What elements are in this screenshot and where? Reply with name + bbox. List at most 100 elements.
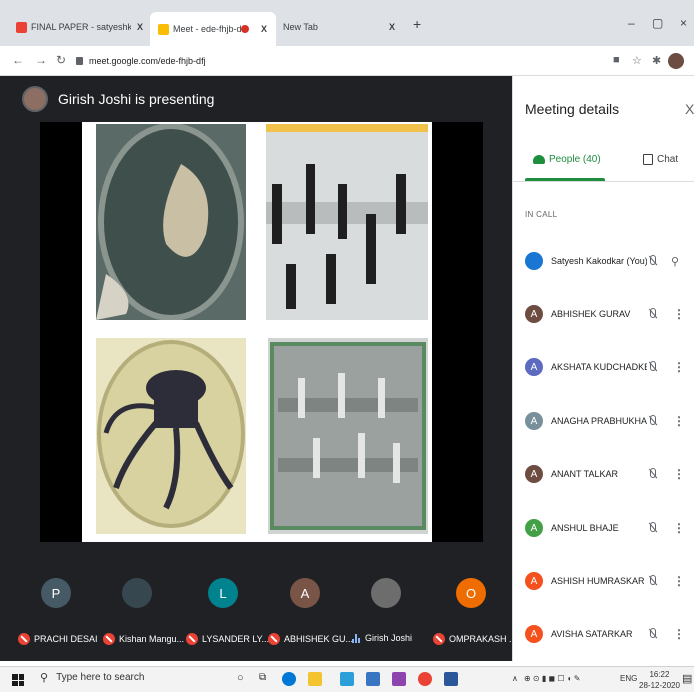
recording-icon (241, 25, 249, 33)
participant-tile-kishan[interactable] (122, 578, 152, 608)
participant-tile-lysander[interactable]: L (208, 578, 238, 608)
participant-row[interactable]: A ANAGHA PRABHUKHA... ⋮ (513, 406, 694, 436)
participant-label-girish: Girish Joshi (352, 633, 412, 643)
tab-people-label: People (40) (549, 154, 601, 165)
close-icon[interactable]: X (389, 22, 395, 32)
participant-row[interactable]: A ANANT TALKAR ⋮ (513, 459, 694, 489)
participant-name: ABHISHEK GU... (284, 634, 354, 644)
section-label: IN CALL (525, 210, 558, 219)
forward-icon[interactable]: → (35, 53, 47, 67)
url-text: meet.google.com/ede-fhjb-dfj (89, 56, 206, 66)
clock-time: 16:22 (649, 670, 670, 679)
task-view-icon[interactable]: ⧉ (259, 672, 266, 683)
presenting-title: Girish Joshi is presenting (58, 91, 215, 107)
tray-overflow-icon[interactable]: ∧ (512, 674, 518, 683)
word-icon[interactable] (444, 672, 458, 686)
close-icon[interactable]: X (137, 22, 143, 32)
avatar: A (525, 358, 543, 376)
clock[interactable]: 16:22 28-12-2020 (639, 669, 680, 691)
more-options-icon[interactable]: ⋮ (673, 627, 685, 641)
mic-off-icon (647, 361, 657, 373)
star-icon[interactable]: ☆ (632, 54, 642, 67)
chrome-icon[interactable] (418, 672, 432, 686)
more-options-icon[interactable]: ⋮ (673, 414, 685, 428)
participant-label-lysander: LYSANDER LY... (186, 633, 269, 645)
reload-icon[interactable]: ↻ (56, 53, 66, 67)
participant-row[interactable]: Satyesh Kakodkar (You) ⚲ (513, 246, 694, 276)
clock-date: 28-12-2020 (639, 681, 680, 690)
edge-icon[interactable] (282, 672, 296, 686)
avatar: A (525, 625, 543, 643)
search-placeholder: Type here to search (56, 672, 145, 683)
avatar (525, 252, 543, 270)
gmail-icon (16, 21, 27, 33)
tab-title: FINAL PAPER - satyeshk@gmail.c (31, 22, 131, 32)
participant-name: ANAGHA PRABHUKHA... (551, 416, 647, 426)
address-bar[interactable]: meet.google.com/ede-fhjb-dfj (74, 51, 594, 71)
avatar: A (525, 519, 543, 537)
more-options-icon[interactable]: ⋮ (673, 360, 685, 374)
participant-row[interactable]: A ANSHUL BHAJE ⋮ (513, 513, 694, 543)
onenote-icon[interactable] (392, 672, 406, 686)
profile-avatar[interactable] (668, 53, 684, 69)
tab-chat[interactable]: Chat (643, 154, 678, 165)
tab-chat-label: Chat (657, 154, 679, 165)
people-icon (533, 155, 545, 164)
mixer-photo-4 (268, 338, 428, 534)
taskbar-search[interactable]: ⚲ Type here to search (40, 671, 144, 684)
presenting-banner: Girish Joshi is presenting (0, 76, 512, 122)
avatar: A (525, 465, 543, 483)
participant-tile-abhishek[interactable]: A (290, 578, 320, 608)
mixer-photo-3 (96, 338, 246, 534)
maximize-button[interactable]: ▢ (652, 16, 663, 30)
notifications-icon[interactable]: ▤ (682, 672, 692, 685)
mic-off-icon (647, 415, 657, 427)
mail-icon[interactable] (366, 672, 380, 686)
more-options-icon[interactable]: ⋮ (673, 467, 685, 481)
store-icon[interactable] (340, 672, 354, 686)
tab-new-tab[interactable]: New Tab X (283, 14, 403, 40)
participant-label-prachi: PRACHI DESAI (18, 633, 98, 645)
new-tab-button[interactable]: + (413, 16, 421, 32)
windows-start-icon[interactable] (12, 674, 24, 686)
tab-final-paper[interactable]: FINAL PAPER - satyeshk@gmail.c X (16, 14, 148, 40)
pin-icon[interactable]: ⚲ (671, 255, 679, 268)
presenter-avatar (22, 86, 48, 112)
mic-off-icon (647, 522, 657, 534)
participant-name: OMPRAKASH ... (449, 634, 517, 644)
file-explorer-icon[interactable] (308, 672, 322, 686)
close-window-button[interactable]: × (680, 16, 687, 30)
participant-row[interactable]: A AKSHATA KUDCHADKER ⋮ (513, 352, 694, 382)
close-icon[interactable]: X (261, 24, 267, 34)
participant-row[interactable]: A ABHISHEK GURAV ⋮ (513, 299, 694, 329)
more-options-icon[interactable]: ⋮ (673, 521, 685, 535)
participant-row[interactable]: A ASHISH HUMRASKAR ⋮ (513, 566, 694, 596)
minimize-button[interactable]: – (628, 16, 635, 30)
mixer-photo-1 (96, 124, 246, 320)
tab-people[interactable]: People (40) (533, 154, 601, 165)
extensions-icon[interactable]: ✱ (652, 54, 661, 67)
language-indicator[interactable]: ENG (620, 674, 637, 683)
mic-off-icon (103, 633, 115, 645)
cortana-icon[interactable]: ○ (237, 672, 244, 684)
participant-name: ANANT TALKAR (551, 469, 619, 479)
participant-tile-omprakash[interactable]: O (456, 578, 486, 608)
more-options-icon[interactable]: ⋮ (673, 307, 685, 321)
mixer-photo-2 (266, 124, 428, 320)
participant-row[interactable]: A AVISHA SATARKAR ⋮ (513, 619, 694, 649)
tray-icons[interactable]: ⊕ ⊙ ▮ ◼ ☐ ◖ ✎ (524, 674, 581, 683)
close-panel-button[interactable]: X (685, 101, 694, 117)
participant-tile-prachi[interactable]: P (41, 578, 71, 608)
tab-title: New Tab (283, 22, 318, 32)
participant-name: AKSHATA KUDCHADKER (551, 362, 647, 372)
avatar: A (525, 572, 543, 590)
mic-off-icon (18, 633, 30, 645)
tab-meet[interactable]: Meet - ede-fhjb-dfj X (150, 12, 276, 46)
mic-off-icon (186, 633, 198, 645)
presentation-slide (82, 122, 432, 542)
more-options-icon[interactable]: ⋮ (673, 574, 685, 588)
participant-tile-girish[interactable] (371, 578, 401, 608)
back-icon[interactable]: ← (12, 53, 24, 67)
mic-off-icon (268, 633, 280, 645)
camera-icon[interactable]: ■ (613, 54, 620, 66)
